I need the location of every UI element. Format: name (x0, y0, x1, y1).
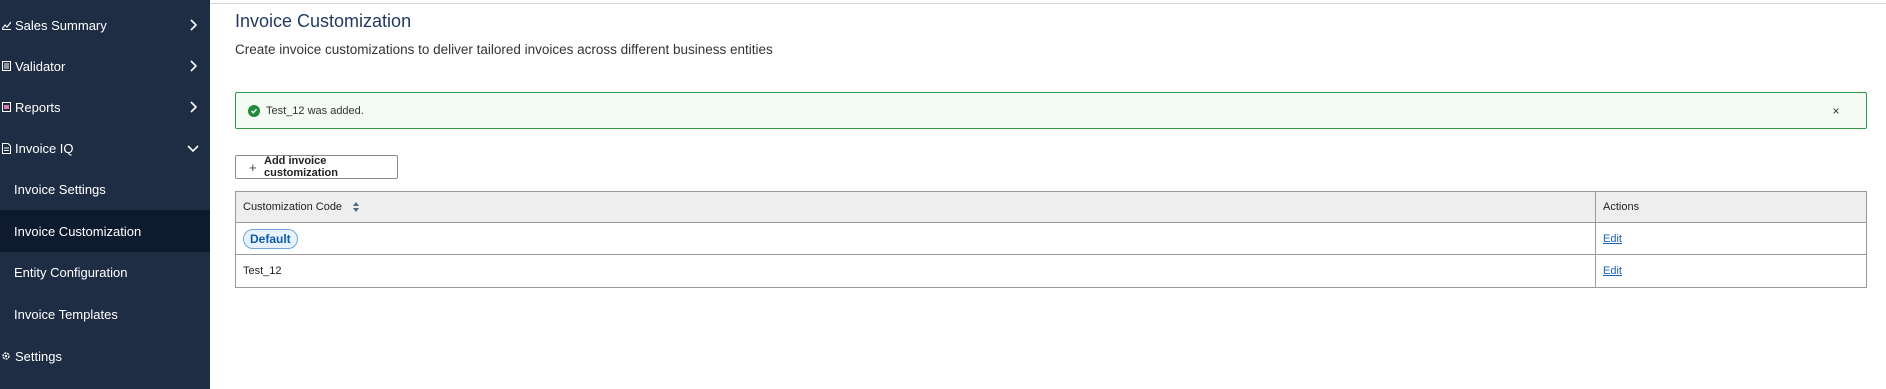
sidebar-item-label: Sales Summary (15, 17, 107, 33)
sidebar-item-label: Invoice IQ (15, 140, 74, 156)
gear-icon (1, 350, 11, 362)
sidebar-item-label: Invoice Settings (14, 181, 106, 197)
column-header-code[interactable]: Customization Code (236, 192, 1596, 222)
column-header-label: Customization Code (243, 201, 343, 213)
sidebar-item-entity-configuration[interactable]: Entity Configuration (0, 252, 210, 292)
chevron-right-icon (186, 18, 200, 32)
customization-code-cell: Default (236, 223, 1596, 254)
top-divider (210, 3, 1886, 4)
sidebar-item-label: Invoice Customization (14, 223, 142, 239)
page-title: Invoice Customization (235, 11, 412, 31)
sidebar-item-validator[interactable]: Validator (0, 46, 210, 86)
validator-icon (1, 60, 11, 72)
sidebar-item-invoice-iq[interactable]: Invoice IQ (0, 128, 210, 168)
column-header-actions: Actions (1603, 201, 1640, 213)
chevron-down-icon (186, 141, 200, 155)
chart-icon (1, 19, 11, 31)
reports-icon (1, 101, 11, 113)
sidebar-item-label: Entity Configuration (14, 264, 128, 280)
sidebar-item-label: Validator (15, 58, 66, 74)
add-button-label: Add invoice customization (264, 155, 338, 179)
alert-message: Test_12 was added. (266, 104, 364, 117)
actions-cell: Edit (1596, 255, 1866, 287)
sidebar-item-invoice-templates[interactable]: Invoice Templates (0, 294, 210, 334)
sidebar-item-label: Settings (15, 348, 62, 364)
sidebar-item-settings[interactable]: Settings (0, 336, 210, 376)
sidebar: Sales Summary Validator Reports Invoice … (0, 0, 210, 389)
invoice-icon (1, 142, 11, 154)
page-subtitle: Create invoice customizations to deliver… (235, 42, 773, 57)
sidebar-item-reports[interactable]: Reports (0, 87, 210, 127)
sidebar-item-invoice-customization[interactable]: Invoice Customization (0, 210, 210, 252)
plus-icon: + (249, 159, 257, 175)
default-badge: Default (243, 228, 298, 249)
success-alert: Test_12 was added. × (235, 92, 1867, 129)
sidebar-item-invoice-settings[interactable]: Invoice Settings (0, 169, 210, 209)
close-icon[interactable]: × (1830, 104, 1842, 118)
sidebar-item-label: Invoice Templates (14, 306, 118, 322)
edit-link[interactable]: Edit (1603, 265, 1622, 277)
customizations-table: Customization Code Actions Default Edit … (235, 191, 1867, 288)
sidebar-item-sales-summary[interactable]: Sales Summary (0, 5, 210, 45)
table-row: Test_12 Edit (236, 255, 1866, 287)
customization-code-cell: Test_12 (236, 255, 1596, 287)
table-header-row: Customization Code Actions (236, 192, 1866, 223)
chevron-right-icon (186, 59, 200, 73)
table-row: Default Edit (236, 223, 1866, 255)
chevron-right-icon (186, 100, 200, 114)
edit-link[interactable]: Edit (1603, 233, 1622, 245)
actions-cell: Edit (1596, 223, 1866, 254)
check-circle-icon (248, 104, 260, 117)
sidebar-item-label: Reports (15, 99, 61, 115)
add-invoice-customization-button[interactable]: + Add invoice customization (235, 155, 398, 179)
sort-icon[interactable] (352, 201, 360, 213)
